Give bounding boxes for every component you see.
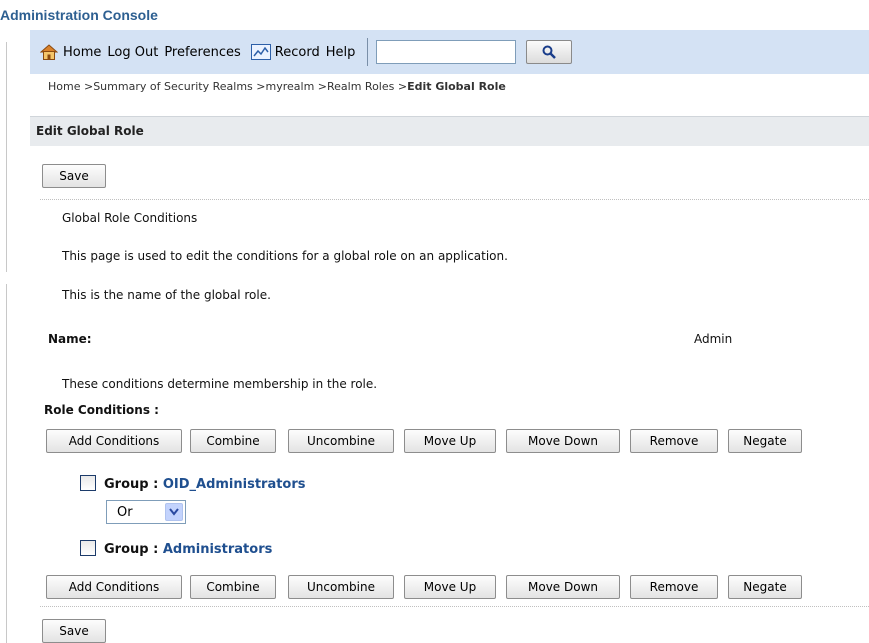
name-label: Name: <box>48 332 92 346</box>
save-button-bottom[interactable]: Save <box>42 619 106 643</box>
chevron-down-icon <box>165 503 183 521</box>
breadcrumb: Home >Summary of Security Realms >myreal… <box>48 80 506 93</box>
search-button[interactable] <box>526 40 573 64</box>
left-divider-lower <box>6 284 7 643</box>
conditions-help-text: These conditions determine membership in… <box>62 377 378 391</box>
preferences-link[interactable]: Preferences <box>164 45 240 60</box>
name-help-text: This is the name of the global role. <box>62 288 271 302</box>
role-conditions-label: Role Conditions : <box>44 403 159 417</box>
condition-prefix: Group : <box>104 542 163 557</box>
negate-button-bottom[interactable]: Negate <box>728 575 802 599</box>
left-divider <box>6 42 7 272</box>
save-button-top[interactable]: Save <box>42 164 106 188</box>
negate-button[interactable]: Negate <box>728 429 802 453</box>
add-conditions-button-bottom[interactable]: Add Conditions <box>46 575 182 599</box>
record-label: Record <box>274 44 320 60</box>
uncombine-button-bottom[interactable]: Uncombine <box>288 575 394 599</box>
logout-label: Log Out <box>107 44 159 60</box>
condition-prefix: Group : <box>104 477 163 492</box>
breadcrumb-myrealm[interactable]: myrealm > <box>266 80 328 93</box>
section-title: Edit Global Role <box>30 116 869 146</box>
operator-value: Or <box>117 504 133 520</box>
condition-oid-administrators: Group : OID_Administrators <box>104 477 306 492</box>
home-icon <box>40 44 58 60</box>
operator-select[interactable]: Or <box>106 500 186 524</box>
condition-checkbox-oid-administrators[interactable] <box>80 475 96 491</box>
uncombine-button[interactable]: Uncombine <box>288 429 394 453</box>
breadcrumb-realm-roles[interactable]: Realm Roles > <box>327 80 407 93</box>
combine-button-bottom[interactable]: Combine <box>190 575 276 599</box>
page-heading: Global Role Conditions <box>62 211 198 225</box>
search-icon <box>542 45 557 59</box>
move-up-button-bottom[interactable]: Move Up <box>404 575 496 599</box>
condition-administrators: Group : Administrators <box>104 542 272 557</box>
record-icon <box>250 44 271 60</box>
move-down-button-bottom[interactable]: Move Down <box>506 575 620 599</box>
condition-group-name[interactable]: OID_Administrators <box>163 477 306 492</box>
move-up-button[interactable]: Move Up <box>404 429 496 453</box>
breadcrumb-home[interactable]: Home > <box>48 80 93 93</box>
breadcrumb-current: Edit Global Role <box>407 80 506 93</box>
remove-button[interactable]: Remove <box>630 429 718 453</box>
toolbar: Home Log Out Preferences Record Help <box>30 30 869 74</box>
home-label: Home <box>63 44 102 60</box>
breadcrumb-security-realms[interactable]: Summary of Security Realms > <box>93 80 265 93</box>
logout-link[interactable]: Log Out <box>107 45 158 60</box>
condition-group-name[interactable]: Administrators <box>163 542 273 557</box>
divider-top <box>40 199 869 200</box>
preferences-label: Preferences <box>164 44 241 60</box>
toolbar-separator <box>367 38 369 66</box>
combine-button[interactable]: Combine <box>190 429 276 453</box>
move-down-button[interactable]: Move Down <box>506 429 620 453</box>
search-input[interactable] <box>376 40 517 64</box>
page-description: This page is used to edit the conditions… <box>62 249 508 263</box>
remove-button-bottom[interactable]: Remove <box>630 575 718 599</box>
app-title: Administration Console <box>0 7 158 23</box>
divider-bottom <box>40 606 869 607</box>
help-label: Help <box>325 44 356 60</box>
name-value: Admin <box>694 332 733 346</box>
help-link[interactable]: Help <box>326 45 356 60</box>
home-link[interactable]: Home <box>40 44 101 60</box>
condition-checkbox-administrators[interactable] <box>80 540 96 556</box>
record-link[interactable]: Record <box>247 44 320 60</box>
add-conditions-button[interactable]: Add Conditions <box>46 429 182 453</box>
